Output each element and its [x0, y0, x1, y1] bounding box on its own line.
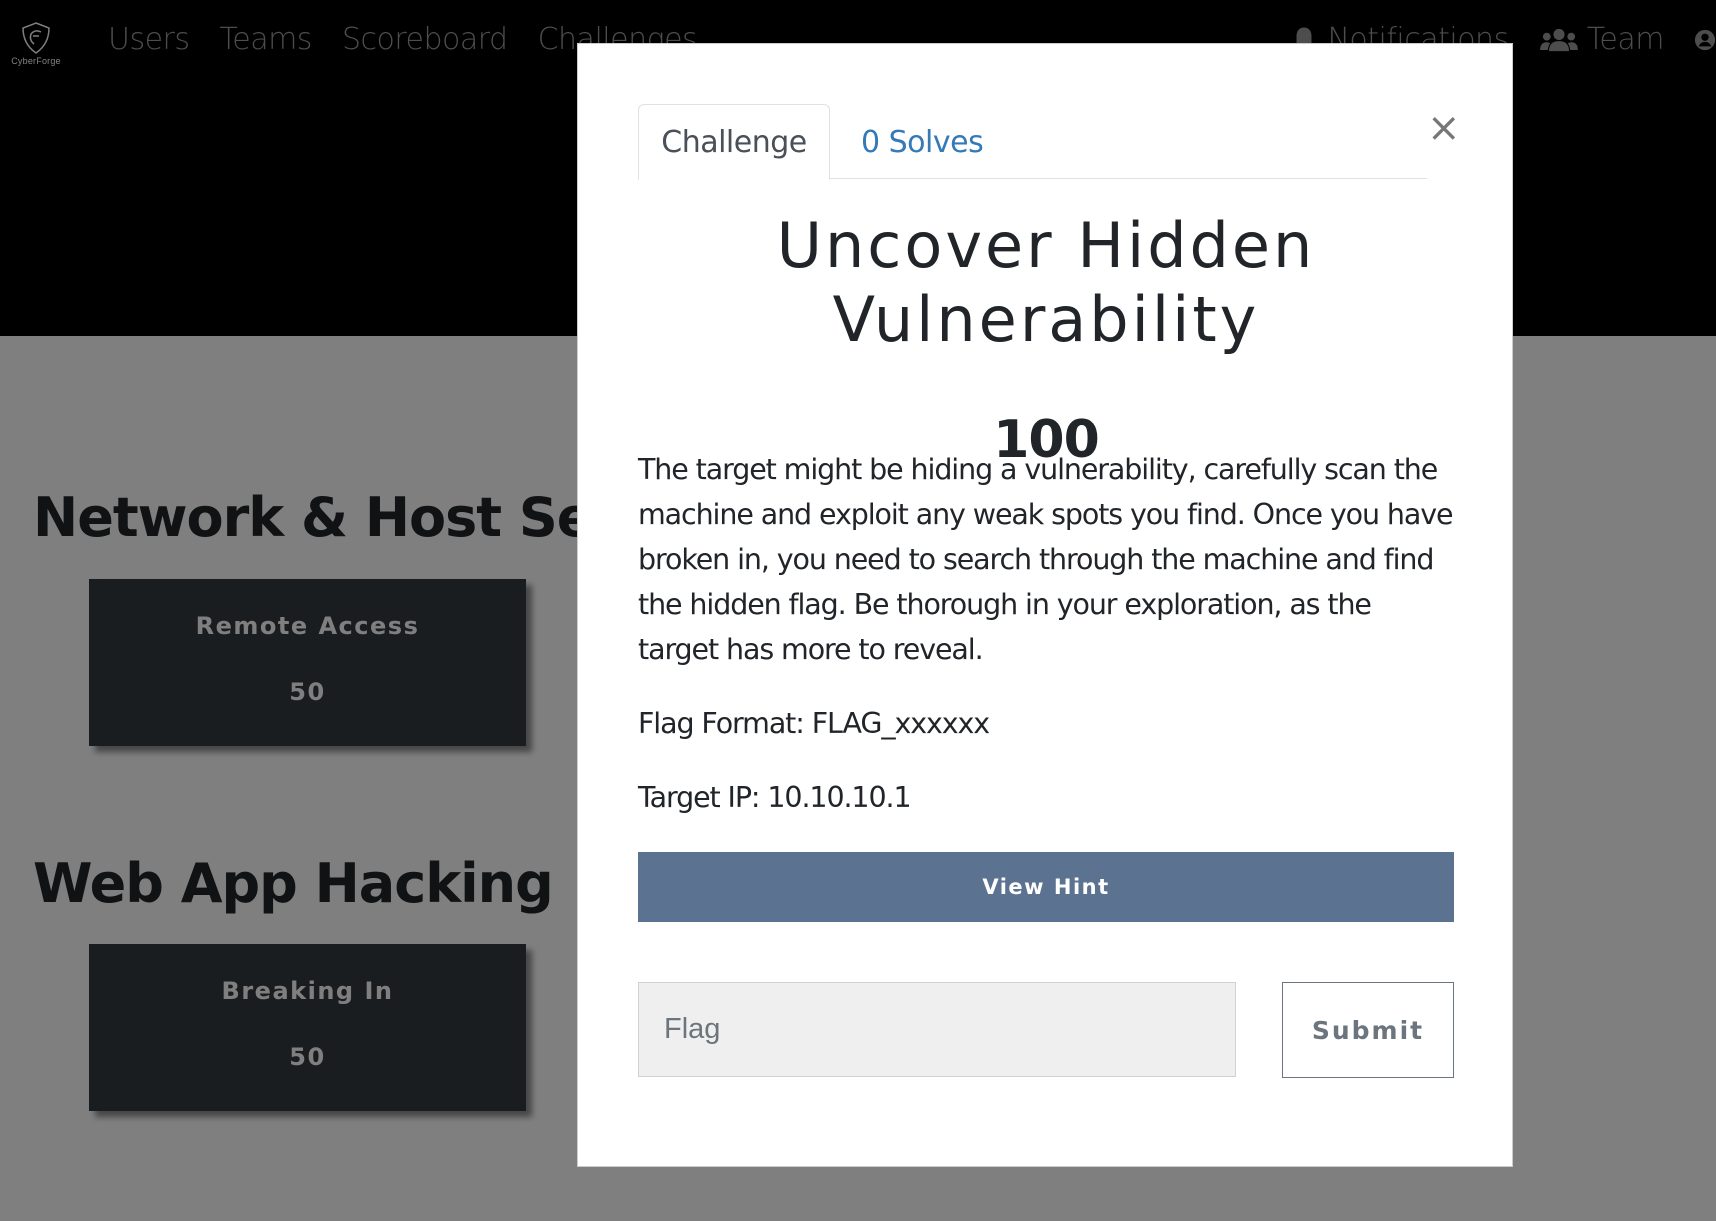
description-text: The target might be hiding a vulnerabili… [638, 453, 1454, 666]
challenge-description: The target might be hiding a vulnerabili… [638, 447, 1458, 849]
close-button[interactable]: × [1427, 108, 1461, 148]
tab-challenge[interactable]: Challenge [638, 104, 830, 180]
challenge-modal: × Challenge 0 Solves Uncover Hidden Vuln… [577, 43, 1513, 1167]
flag-format: Flag Format: FLAG_xxxxxx [638, 707, 990, 740]
tab-solves[interactable]: 0 Solves [830, 104, 1013, 180]
modal-tabs: Challenge 0 Solves [638, 104, 1427, 180]
challenge-title: Uncover Hidden Vulnerability [776, 209, 1316, 356]
target-ip: Target IP: 10.10.10.1 [638, 781, 912, 814]
submit-button[interactable]: Submit [1282, 982, 1454, 1078]
flag-input[interactable] [638, 982, 1236, 1077]
close-icon: × [1427, 105, 1461, 151]
view-hint-button[interactable]: View Hint [638, 852, 1454, 922]
